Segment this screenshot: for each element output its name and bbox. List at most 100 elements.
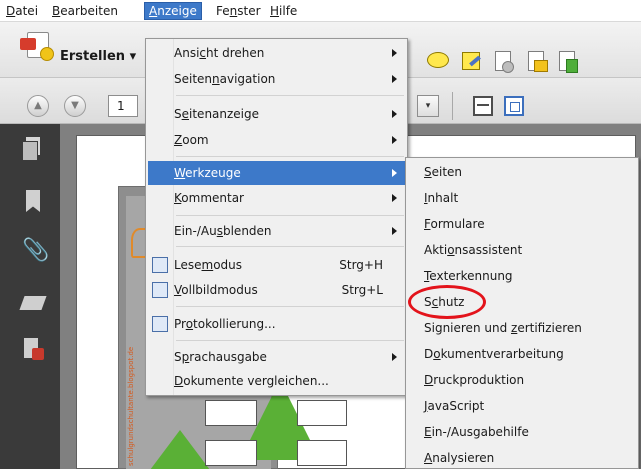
menu-accel: D: [6, 4, 16, 18]
item-label: ruckproduktion: [433, 373, 525, 387]
item-accel: A: [424, 451, 433, 465]
submenu-item-print-production[interactable]: Druckproduktion: [408, 368, 636, 392]
answer-box: [205, 400, 257, 426]
submenu-item-analyze[interactable]: Analysieren: [408, 446, 636, 469]
answer-box: [205, 440, 257, 466]
document-settings-icon[interactable]: [492, 51, 516, 73]
signature-icon[interactable]: [22, 292, 44, 314]
menubar: Datei Bearbeiten Anzeige Fenster Hilfe: [0, 0, 641, 22]
menu-accel: B: [52, 4, 61, 18]
menu-item-tools[interactable]: Werkzeuge: [148, 161, 405, 185]
item-accel: o: [185, 317, 194, 331]
item-accel: n: [212, 72, 220, 86]
menu-item-compare-documents[interactable]: Dokumente vergleichen...: [148, 369, 405, 393]
menu-divider: [176, 340, 404, 341]
menu-item-show-hide[interactable]: Ein-/Ausblenden: [148, 219, 405, 243]
item-accel: e: [181, 107, 190, 121]
item-label: Lese: [174, 258, 202, 272]
menu-bearbeiten[interactable]: Bearbeiten: [48, 2, 122, 20]
item-label: avigation: [219, 72, 276, 86]
item-accel: o: [447, 243, 455, 257]
menu-item-speech[interactable]: Sprachausgabe: [148, 345, 405, 369]
submenu-arrow-icon: [392, 227, 397, 235]
menu-divider: [176, 306, 404, 307]
submenu-item-content[interactable]: Inhalt: [408, 186, 636, 210]
log-icon: [152, 316, 168, 332]
item-label: Seiten: [174, 72, 213, 86]
item-label: Ansi: [174, 46, 200, 60]
tree-illustration: [150, 430, 210, 469]
pages-thumbnail-icon[interactable]: [22, 137, 44, 161]
document-share-icon[interactable]: [556, 51, 580, 73]
answer-box: [297, 400, 347, 426]
submenu-arrow-icon: [392, 75, 397, 83]
submenu-arrow-icon: [392, 49, 397, 57]
item-label: blenden: [222, 224, 272, 238]
menu-accel: H: [270, 4, 280, 18]
next-page-button[interactable]: ▼: [64, 95, 86, 117]
menu-item-logging[interactable]: Protokollierung...: [148, 312, 405, 336]
item-label: odus: [213, 258, 243, 272]
menu-item-full-screen[interactable]: Vollbildmodus Strg+L: [148, 278, 405, 302]
submenu-arrow-icon: [392, 110, 397, 118]
submenu-item-javascript[interactable]: JavaScript: [408, 394, 636, 418]
view-menu: Ansicht drehen Seitennavigation Seitenan…: [145, 38, 408, 396]
sticky-note-icon[interactable]: [460, 51, 484, 73]
menu-hilfe[interactable]: Hilfe: [266, 2, 301, 20]
submenu-item-pages[interactable]: Seiten: [408, 160, 636, 184]
menu-item-page-navigation[interactable]: Seitennavigation: [148, 67, 405, 91]
item-label: Signieren und: [424, 321, 512, 335]
item-label: nhalt: [427, 191, 459, 205]
fit-page-icon[interactable]: [473, 96, 493, 116]
page-number-input[interactable]: 1: [108, 95, 138, 117]
item-label: ertifizieren: [517, 321, 582, 335]
paperclip-icon[interactable]: 📎: [22, 240, 49, 262]
menu-anzeige[interactable]: Anzeige: [144, 2, 202, 20]
menu-item-page-display[interactable]: Seitenanzeige: [148, 102, 405, 126]
page-watermark: schulgrundschultante.blogspot.de: [127, 346, 135, 466]
create-button[interactable]: Erstellen ▾: [60, 48, 136, 66]
create-pdf-icon[interactable]: [20, 32, 54, 61]
bookmark-icon[interactable]: [22, 190, 44, 212]
item-label: erkzeuge: [185, 166, 241, 180]
submenu-arrow-icon: [392, 169, 397, 177]
menu-divider: [176, 246, 404, 247]
submenu-item-accessibility[interactable]: Ein-/Ausgabehilfe: [408, 420, 636, 444]
menu-divider: [176, 156, 404, 157]
item-accel: W: [174, 166, 186, 180]
item-shortcut: Strg+H: [339, 258, 383, 272]
security-document-icon[interactable]: [22, 338, 44, 360]
item-shortcut: Strg+L: [341, 283, 383, 297]
menu-gutter: [146, 39, 174, 395]
item-label: ommentar: [181, 191, 244, 205]
menu-label: Fe: [216, 4, 230, 18]
zoom-dropdown[interactable]: ▾: [417, 95, 439, 117]
submenu-item-forms[interactable]: Formulare: [408, 212, 636, 236]
menu-item-zoom[interactable]: Zoom: [148, 128, 405, 152]
item-label: exterkennung: [429, 269, 513, 283]
menu-label: earbeiten: [60, 4, 118, 18]
menu-item-rotate-view[interactable]: Ansicht drehen: [148, 41, 405, 65]
menu-item-comment[interactable]: Kommentar: [148, 186, 405, 210]
submenu-item-action-wizard[interactable]: Aktionsassistent: [408, 238, 636, 262]
item-accel: D: [174, 374, 184, 388]
submenu-item-sign-certify[interactable]: Signieren und zertifizieren: [408, 316, 636, 340]
toolbar-separator: [452, 92, 453, 120]
menu-label: atei: [15, 4, 39, 18]
answer-box: [297, 440, 347, 466]
menu-fenster[interactable]: Fenster: [212, 2, 265, 20]
document-export-icon[interactable]: [525, 51, 549, 73]
item-label: S: [174, 350, 182, 364]
fullscreen-icon: [152, 282, 168, 298]
submenu-item-document-processing[interactable]: Dokumentverarbeitung: [408, 342, 636, 366]
comment-bubble-icon[interactable]: [426, 51, 450, 73]
item-label: avaScript: [427, 399, 485, 413]
fit-width-icon[interactable]: [504, 96, 524, 116]
item-label: Akti: [424, 243, 448, 257]
item-accel: m: [201, 258, 214, 272]
item-label: Ein-/Au: [174, 224, 217, 238]
previous-page-button[interactable]: ▲: [27, 95, 49, 117]
menu-divider: [176, 215, 404, 216]
menu-item-read-mode[interactable]: Lesemodus Strg+H: [148, 253, 405, 277]
menu-datei[interactable]: Datei: [2, 2, 42, 20]
